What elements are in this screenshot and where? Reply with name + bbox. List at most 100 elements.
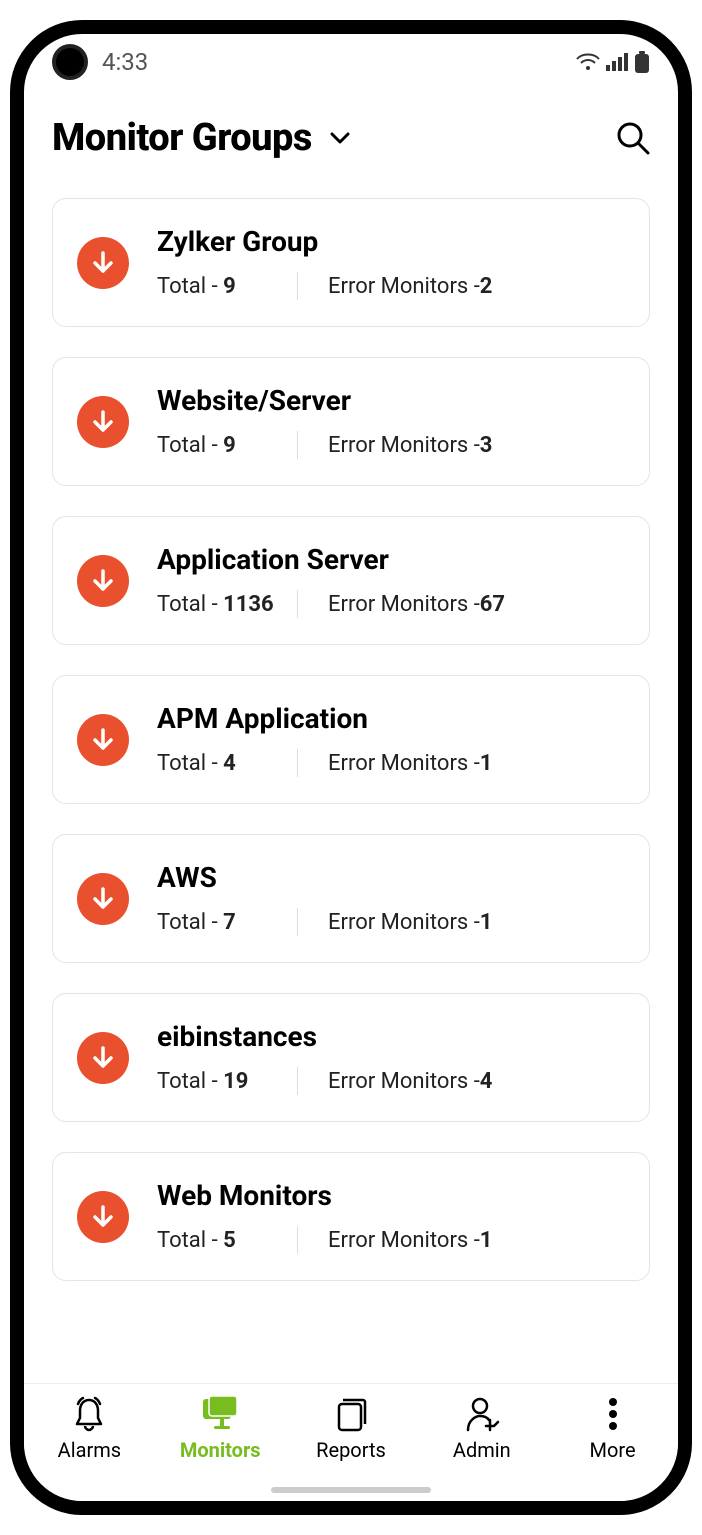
card-body: Website/Server Total - 9 Error Monitors - … <box>157 384 625 459</box>
error-label: Error Monitors - <box>328 433 480 458</box>
stats-row: Total - 1136 Error Monitors - 67 <box>157 590 625 618</box>
page-title: Monitor Groups <box>52 116 312 160</box>
card-body: APM Application Total - 4 Error Monitors -… <box>157 702 625 777</box>
card-body: Web Monitors Total - 5 Error Monitors - 1 <box>157 1179 625 1254</box>
more-icon <box>608 1396 618 1432</box>
chevron-down-icon <box>330 132 350 144</box>
monitor-group-card[interactable]: eibinstances Total - 19 Error Monitors - 4 <box>52 993 650 1122</box>
total-value: 1136 <box>223 592 274 617</box>
error-label: Error Monitors - <box>328 751 480 776</box>
battery-icon <box>634 51 650 73</box>
down-arrow-icon <box>77 873 129 925</box>
total-label: Total - <box>157 592 223 617</box>
stat-divider <box>297 431 298 459</box>
stat-divider <box>297 1226 298 1254</box>
bottom-nav: Alarms Monitors Reports <box>24 1383 678 1501</box>
error-value: 2 <box>480 274 493 299</box>
error-value: 1 <box>480 1228 493 1253</box>
down-arrow-icon <box>77 237 129 289</box>
nav-label: Monitors <box>180 1438 261 1462</box>
error-label: Error Monitors - <box>328 910 480 935</box>
total-value: 19 <box>223 1069 248 1094</box>
stats-row: Total - 7 Error Monitors - 1 <box>157 908 625 936</box>
group-name: APM Application <box>157 702 625 735</box>
status-time: 4:33 <box>102 48 148 76</box>
nav-admin[interactable]: Admin <box>416 1396 547 1462</box>
monitor-group-card[interactable]: AWS Total - 7 Error Monitors - 1 <box>52 834 650 963</box>
group-name: Website/Server <box>157 384 625 417</box>
total-value: 4 <box>223 751 236 776</box>
error-label: Error Monitors - <box>328 1069 480 1094</box>
status-bar: 4:33 <box>24 34 678 90</box>
error-value: 4 <box>480 1069 493 1094</box>
total-label: Total - <box>157 910 223 935</box>
home-indicator[interactable] <box>271 1487 431 1493</box>
nav-monitors[interactable]: Monitors <box>155 1396 286 1462</box>
camera-cutout <box>52 44 88 80</box>
stat-divider <box>297 749 298 777</box>
stats-row: Total - 4 Error Monitors - 1 <box>157 749 625 777</box>
error-value: 3 <box>480 433 493 458</box>
stat-divider <box>297 1067 298 1095</box>
total-label: Total - <box>157 1228 223 1253</box>
total-label: Total - <box>157 274 223 299</box>
down-arrow-icon <box>77 396 129 448</box>
bell-icon <box>71 1396 107 1432</box>
monitor-group-card[interactable]: APM Application Total - 4 Error Monitors -… <box>52 675 650 804</box>
total-label: Total - <box>157 433 223 458</box>
stat-divider <box>297 590 298 618</box>
card-body: Application Server Total - 1136 Error Moni… <box>157 543 625 618</box>
total-label: Total - <box>157 1069 223 1094</box>
nav-label: Admin <box>453 1438 511 1462</box>
monitor-icon <box>200 1396 240 1432</box>
nav-label: More <box>590 1438 636 1462</box>
group-name: Application Server <box>157 543 625 576</box>
group-name: Web Monitors <box>157 1179 625 1212</box>
error-label: Error Monitors - <box>328 1228 480 1253</box>
card-body: Zylker Group Total - 9 Error Monitors - 2 <box>157 225 625 300</box>
down-arrow-icon <box>77 1191 129 1243</box>
card-body: eibinstances Total - 19 Error Monitors - 4 <box>157 1020 625 1095</box>
nav-label: Alarms <box>58 1438 121 1462</box>
error-label: Error Monitors - <box>328 274 480 299</box>
reports-icon <box>333 1396 369 1432</box>
down-arrow-icon <box>77 555 129 607</box>
total-label: Total - <box>157 751 223 776</box>
nav-alarms[interactable]: Alarms <box>24 1396 155 1462</box>
signal-icon <box>606 53 628 71</box>
nav-label: Reports <box>316 1438 386 1462</box>
stats-row: Total - 9 Error Monitors - 3 <box>157 431 625 459</box>
nav-reports[interactable]: Reports <box>286 1396 417 1462</box>
down-arrow-icon <box>77 714 129 766</box>
group-name: eibinstances <box>157 1020 625 1053</box>
error-value: 67 <box>480 592 505 617</box>
page-header: Monitor Groups <box>24 90 678 184</box>
wifi-icon <box>576 53 600 71</box>
status-icons <box>576 51 650 73</box>
monitor-group-card[interactable]: Zylker Group Total - 9 Error Monitors - 2 <box>52 198 650 327</box>
error-value: 1 <box>480 751 493 776</box>
stat-divider <box>297 272 298 300</box>
total-value: 7 <box>223 910 236 935</box>
monitor-group-card[interactable]: Website/Server Total - 9 Error Monitors - … <box>52 357 650 486</box>
total-value: 5 <box>223 1228 236 1253</box>
error-value: 1 <box>480 910 493 935</box>
header-title-dropdown[interactable]: Monitor Groups <box>52 116 350 160</box>
group-name: AWS <box>157 861 625 894</box>
monitor-group-list[interactable]: Zylker Group Total - 9 Error Monitors - 2 W… <box>24 184 678 1383</box>
card-body: AWS Total - 7 Error Monitors - 1 <box>157 861 625 936</box>
total-value: 9 <box>223 274 236 299</box>
monitor-group-card[interactable]: Application Server Total - 1136 Error Moni… <box>52 516 650 645</box>
monitor-group-card[interactable]: Web Monitors Total - 5 Error Monitors - 1 <box>52 1152 650 1281</box>
stats-row: Total - 19 Error Monitors - 4 <box>157 1067 625 1095</box>
group-name: Zylker Group <box>157 225 625 258</box>
nav-more[interactable]: More <box>547 1396 678 1462</box>
down-arrow-icon <box>77 1032 129 1084</box>
admin-icon <box>464 1396 500 1432</box>
error-label: Error Monitors - <box>328 592 480 617</box>
search-button[interactable] <box>616 121 650 155</box>
stats-row: Total - 9 Error Monitors - 2 <box>157 272 625 300</box>
stat-divider <box>297 908 298 936</box>
stats-row: Total - 5 Error Monitors - 1 <box>157 1226 625 1254</box>
total-value: 9 <box>223 433 236 458</box>
